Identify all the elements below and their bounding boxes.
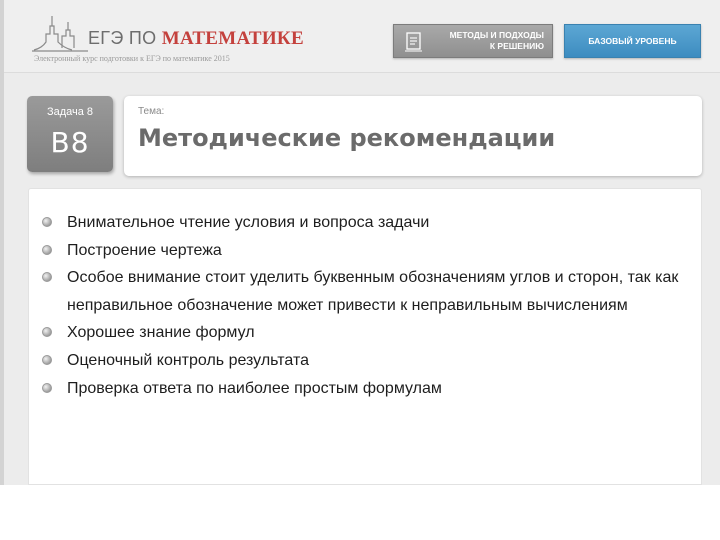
circle-bullet-icon	[42, 327, 52, 338]
circle-bullet-icon	[42, 382, 52, 393]
header: ЕГЭ ПО МАТЕМАТИКЕ Электронный курс подго…	[4, 0, 720, 73]
methods-button-label: МЕТОДЫ И ПОДХОДЫ К РЕШЕНИЮ	[434, 30, 544, 52]
circle-bullet-icon	[42, 272, 52, 283]
list-item-text: Особое внимание стоит уделить буквенным …	[67, 269, 679, 314]
logo-subtitle: Электронный курс подготовки к ЕГЭ по мат…	[34, 54, 230, 63]
recommendations-list: Внимательное чтение условия и вопроса за…	[39, 209, 679, 402]
logo-title-prefix: ЕГЭ ПО	[88, 28, 162, 48]
list-item-text: Внимательное чтение условия и вопроса за…	[67, 214, 430, 231]
theme-label: Тема:	[138, 106, 165, 117]
slide: ЕГЭ ПО МАТЕМАТИКЕ Электронный курс подго…	[0, 0, 720, 485]
list-item: Проверка ответа по наиболее простым форм…	[39, 375, 679, 403]
level-button[interactable]: БАЗОВЫЙ УРОВЕНЬ	[564, 24, 701, 58]
list-item: Построение чертежа	[39, 237, 679, 265]
circle-bullet-icon	[42, 244, 52, 255]
task-code: В8	[50, 126, 90, 159]
list-item-text: Проверка ответа по наиболее простым форм…	[67, 379, 442, 397]
logo-title-accent: МАТЕМАТИКЕ	[161, 28, 304, 49]
list-item: Оценочный контроль результата	[39, 347, 679, 375]
logo-title: ЕГЭ ПО МАТЕМАТИКЕ	[88, 28, 304, 50]
list-item: Хорошее знание формул	[39, 319, 679, 347]
list-item-text: Оценочный контроль результата	[67, 351, 309, 369]
list-item-text: Хорошее знание формул	[67, 324, 255, 342]
list-item: Внимательное чтение условия и вопроса за…	[39, 209, 679, 237]
circle-bullet-icon	[42, 217, 52, 227]
task-badge: Задача 8 В8	[27, 96, 113, 172]
methods-button-line1: МЕТОДЫ И ПОДХОДЫ	[449, 30, 544, 40]
page-title: Методические рекомендации	[138, 124, 556, 152]
content-box: Внимательное чтение условия и вопроса за…	[28, 188, 702, 485]
theme-box: Тема: Методические рекомендации	[124, 96, 702, 176]
document-icon	[405, 32, 422, 52]
methods-button-line2: К РЕШЕНИЮ	[489, 41, 544, 51]
task-label: Задача 8	[46, 106, 94, 118]
list-item: Особое внимание стоит уделить буквенным …	[39, 264, 679, 319]
list-item-text: Построение чертежа	[67, 241, 222, 259]
university-building-icon	[32, 16, 88, 52]
circle-bullet-icon	[42, 354, 52, 365]
methods-button[interactable]: МЕТОДЫ И ПОДХОДЫ К РЕШЕНИЮ	[393, 24, 553, 58]
